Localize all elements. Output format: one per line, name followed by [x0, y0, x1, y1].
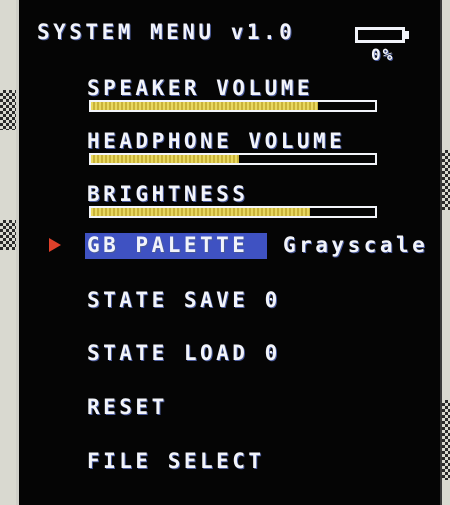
menu-item-speaker-volume[interactable]: SPEAKER VOLUME [87, 76, 313, 100]
background-pattern-right-lower [442, 400, 450, 480]
background-pattern-right [442, 150, 450, 210]
system-menu-panel: SYSTEM MENU v1.0 0% SPEAKER VOLUME HEADP… [16, 0, 442, 505]
background-screen-left [0, 0, 16, 505]
selection-arrow-icon [49, 238, 61, 252]
battery-icon [355, 27, 405, 43]
headphone-volume-slider-fill [91, 155, 239, 163]
menu-item-reset[interactable]: RESET [87, 395, 168, 419]
background-pattern-left [0, 90, 16, 130]
battery-percent: 0% [371, 45, 395, 64]
headphone-volume-slider[interactable] [89, 153, 377, 165]
menu-title: SYSTEM MENU v1.0 [37, 20, 296, 44]
brightness-slider[interactable] [89, 206, 377, 218]
gb-palette-value[interactable]: Grayscale [283, 233, 428, 257]
menu-item-file-select[interactable]: FILE SELECT [87, 449, 265, 473]
menu-item-state-save[interactable]: STATE SAVE 0 [87, 288, 281, 312]
brightness-slider-fill [91, 208, 310, 216]
background-pattern-left-lower [0, 220, 16, 250]
battery-terminal [405, 31, 409, 39]
menu-item-gb-palette[interactable]: GB PALETTE [87, 233, 248, 257]
speaker-volume-slider[interactable] [89, 100, 377, 112]
menu-item-brightness[interactable]: BRIGHTNESS [87, 182, 248, 206]
menu-item-headphone-volume[interactable]: HEADPHONE VOLUME [87, 129, 345, 153]
menu-item-state-load[interactable]: STATE LOAD 0 [87, 341, 281, 365]
speaker-volume-slider-fill [91, 102, 319, 110]
